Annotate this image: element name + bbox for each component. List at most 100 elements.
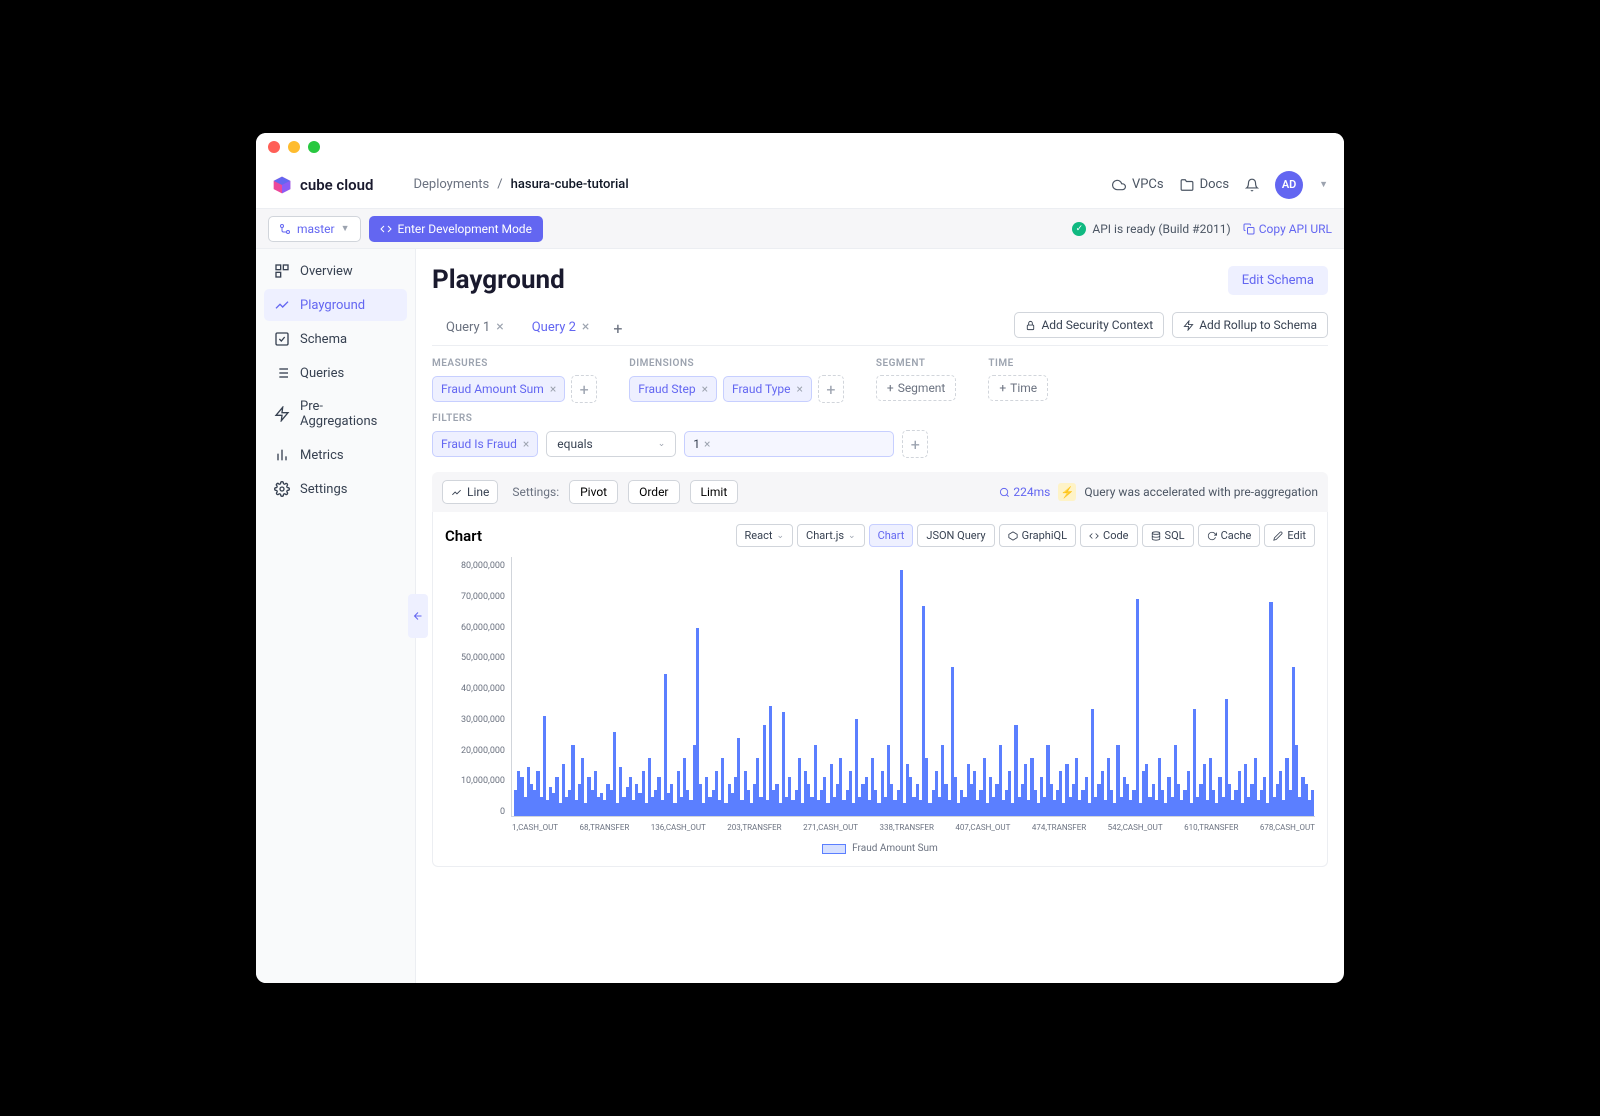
close-icon[interactable]: × (582, 319, 589, 335)
nav-playground[interactable]: Playground (264, 289, 407, 321)
settings-label: Settings: (512, 485, 559, 499)
add-dimension[interactable]: + (818, 375, 844, 403)
filters-label: FILTERS (432, 413, 1328, 424)
chart-tab[interactable]: Chart (869, 524, 914, 547)
close-icon[interactable]: × (550, 382, 556, 396)
chart-canvas: 80,000,00070,000,00060,000,00050,000,000… (445, 557, 1315, 837)
chevron-down-icon: ⌄ (848, 531, 856, 541)
pivot-button[interactable]: Pivot (569, 480, 618, 504)
measure-tag[interactable]: Fraud Amount Sum× (432, 376, 565, 402)
line-chart-icon (451, 487, 462, 498)
gear-icon (274, 481, 290, 497)
refresh-icon (1207, 531, 1217, 541)
account-caret-icon[interactable]: ▼ (1319, 179, 1328, 190)
limit-button[interactable]: Limit (690, 480, 739, 504)
nav-preagg[interactable]: Pre-Aggregations (264, 391, 407, 437)
vpcs-link[interactable]: VPCs (1112, 177, 1164, 192)
sidebar-collapse[interactable] (408, 594, 428, 638)
notifications-button[interactable] (1245, 178, 1259, 192)
brand[interactable]: cube cloud (272, 175, 373, 195)
arrow-left-icon (412, 610, 424, 622)
graphiql-tab[interactable]: GraphiQL (999, 524, 1076, 547)
tab-query-2[interactable]: Query 2 × (518, 311, 604, 345)
graphql-icon (1008, 531, 1018, 541)
window-max-dot[interactable] (308, 141, 320, 153)
nav-schema[interactable]: Schema (264, 323, 407, 355)
copy-api-url[interactable]: Copy API URL (1243, 222, 1332, 236)
filter-operator-select[interactable]: equals ⌄ (546, 431, 676, 457)
branch-selector[interactable]: master ▼ (268, 216, 361, 242)
breadcrumb-current[interactable]: hasura-cube-tutorial (511, 177, 629, 192)
edit-button[interactable]: Edit (1264, 524, 1315, 547)
chart-title: Chart (445, 527, 482, 545)
json-query-tab[interactable]: JSON Query (917, 524, 994, 547)
schema-icon (274, 331, 290, 347)
dimension-tag[interactable]: Fraud Type× (723, 376, 812, 402)
dev-mode-button[interactable]: Enter Development Mode (369, 216, 543, 242)
accel-message: Query was accelerated with pre-aggregati… (1084, 485, 1318, 499)
branch-icon (279, 223, 291, 235)
time-label: TIME (988, 358, 1048, 369)
logo-cube-icon (272, 175, 292, 195)
avatar[interactable]: AD (1275, 171, 1303, 199)
filter-field-tag[interactable]: Fraud Is Fraud× (432, 431, 538, 457)
legend-swatch (822, 844, 846, 854)
window-min-dot[interactable] (288, 141, 300, 153)
bars-icon (274, 447, 290, 463)
brand-text: cube cloud (300, 176, 373, 194)
nav-settings[interactable]: Settings (264, 473, 407, 505)
add-segment[interactable]: + Segment (876, 375, 956, 401)
edit-schema-button[interactable]: Edit Schema (1228, 266, 1328, 295)
add-security-context[interactable]: Add Security Context (1014, 312, 1164, 338)
chart-icon (274, 297, 290, 313)
api-status: ✓ API is ready (Build #2011) (1072, 222, 1230, 236)
code-icon (380, 223, 392, 235)
lock-icon (1025, 320, 1036, 331)
segment-label: SEGMENT (876, 358, 956, 369)
dimension-tag[interactable]: Fraud Step× (629, 376, 717, 402)
close-icon[interactable]: × (523, 437, 529, 451)
order-button[interactable]: Order (628, 480, 679, 504)
close-icon[interactable]: × (704, 437, 710, 451)
add-rollup-button[interactable]: Add Rollup to Schema (1172, 312, 1328, 338)
window-close-dot[interactable] (268, 141, 280, 153)
list-icon (274, 365, 290, 381)
tab-query-1[interactable]: Query 1 × (432, 311, 518, 345)
bell-icon (1245, 178, 1259, 192)
lightning-icon (1183, 320, 1194, 331)
code-tab[interactable]: Code (1080, 524, 1137, 547)
chevron-down-icon: ⌄ (776, 531, 784, 541)
chevron-down-icon: ⌄ (658, 439, 666, 449)
query-timing: 224ms (999, 485, 1050, 499)
measures-label: MEASURES (432, 358, 597, 369)
pencil-icon (1273, 531, 1283, 541)
close-icon[interactable]: × (702, 382, 708, 396)
copy-icon (1243, 223, 1255, 235)
cloud-icon (1112, 178, 1126, 192)
filter-value-input[interactable]: 1 × (684, 431, 894, 457)
grid-icon (274, 263, 290, 279)
add-measure[interactable]: + (571, 375, 597, 403)
viz-type-select[interactable]: Line (442, 480, 498, 504)
framework-select[interactable]: React⌄ (736, 524, 794, 547)
lightning-icon (274, 406, 290, 422)
add-time[interactable]: + Time (988, 375, 1048, 401)
breadcrumb-root[interactable]: Deployments (413, 177, 489, 192)
close-icon[interactable]: × (496, 319, 503, 335)
chevron-down-icon: ▼ (341, 223, 350, 234)
bolt-icon: ⚡ (1058, 483, 1076, 501)
add-filter[interactable]: + (902, 430, 928, 458)
docs-link[interactable]: Docs (1180, 177, 1229, 192)
check-icon: ✓ (1072, 222, 1086, 236)
sql-tab[interactable]: SQL (1142, 524, 1194, 547)
breadcrumb-sep: / (497, 177, 502, 192)
nav-metrics[interactable]: Metrics (264, 439, 407, 471)
cache-tab[interactable]: Cache (1198, 524, 1261, 547)
nav-queries[interactable]: Queries (264, 357, 407, 389)
dimensions-label: DIMENSIONS (629, 358, 844, 369)
add-tab[interactable]: + (603, 313, 632, 344)
close-icon[interactable]: × (796, 382, 802, 396)
chartlib-select[interactable]: Chart.js⌄ (797, 524, 865, 547)
nav-overview[interactable]: Overview (264, 255, 407, 287)
page-title: Playground (432, 265, 565, 295)
